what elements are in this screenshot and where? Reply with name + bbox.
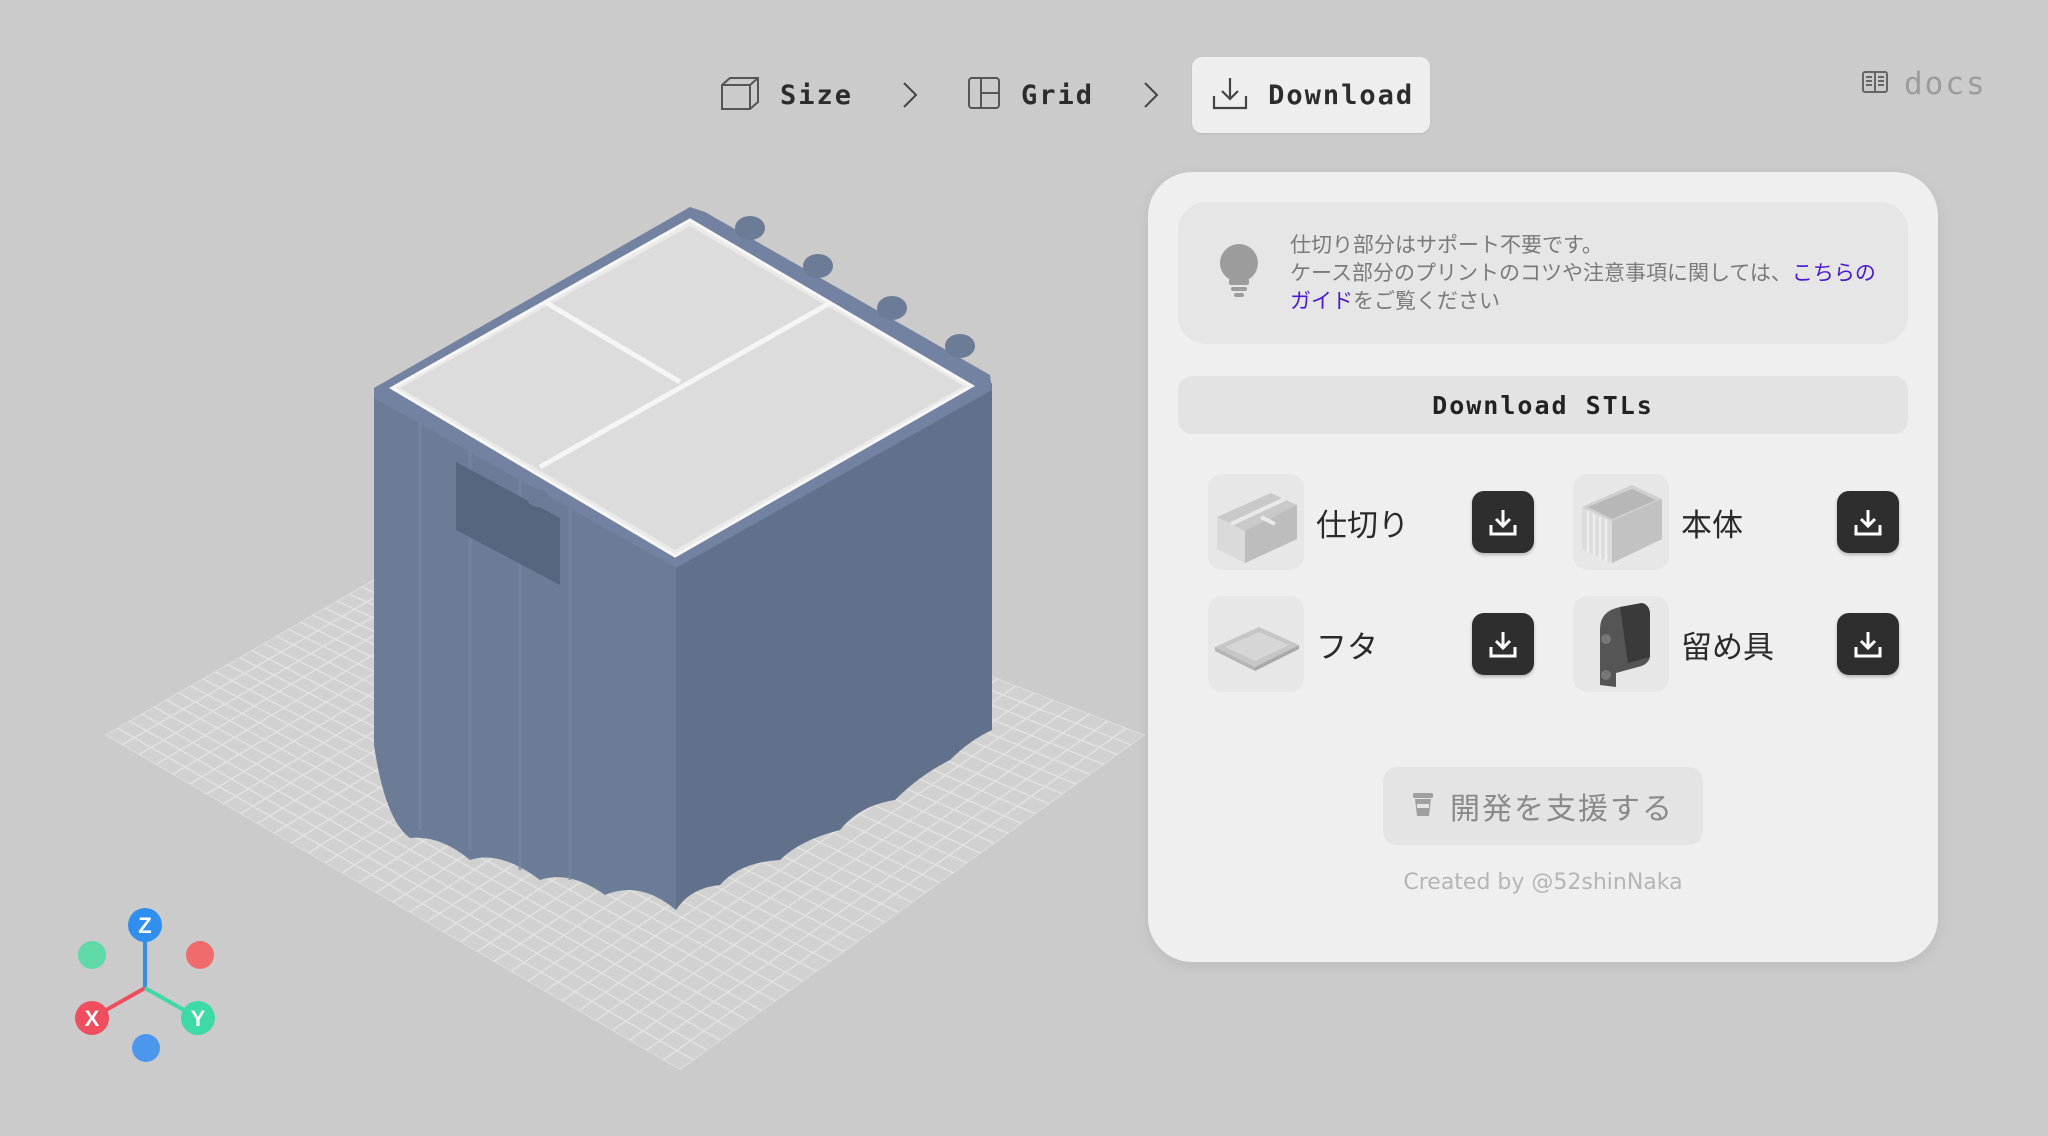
download-body-button[interactable] — [1837, 491, 1899, 553]
download-icon — [1854, 632, 1882, 658]
lid-thumbnail — [1208, 596, 1304, 692]
coffee-cup-icon — [1412, 791, 1434, 821]
step-download[interactable]: Download — [1192, 57, 1431, 133]
layout-icon — [967, 76, 1001, 114]
chevron-right-icon — [895, 81, 925, 109]
step-size-label: Size — [780, 79, 854, 111]
part-name: 本体 — [1681, 507, 1743, 544]
support-development-button[interactable]: 開発を支援する — [1383, 767, 1703, 845]
support-label: 開発を支援する — [1450, 792, 1674, 827]
part-row-clip: 留め具 — [1573, 596, 1899, 692]
step-navigation: Size Grid Download — [704, 57, 1431, 133]
download-icon — [1212, 76, 1248, 114]
tip-line-1: 仕切り部分はサポート不要です。 — [1290, 233, 1603, 257]
tip-line-2-suffix: をご覧ください — [1353, 289, 1500, 313]
part-row-lid: フタ — [1208, 596, 1534, 692]
tip-text: 仕切り部分はサポート不要です。 ケース部分のプリントのコツや注意事項に関しては、… — [1290, 231, 1890, 315]
axis-y-label: Y — [191, 1006, 206, 1031]
download-icon — [1854, 510, 1882, 536]
step-grid-label: Grid — [1021, 79, 1095, 111]
chevron-right-icon — [1136, 81, 1166, 109]
body-thumbnail — [1573, 474, 1669, 570]
axis-z-label: Z — [138, 913, 151, 938]
step-grid[interactable]: Grid — [951, 57, 1110, 133]
docs-link[interactable]: docs — [1862, 66, 1987, 102]
tip-box: 仕切り部分はサポート不要です。 ケース部分のプリントのコツや注意事項に関しては、… — [1178, 202, 1908, 344]
part-row-body: 本体 — [1573, 474, 1899, 570]
part-name: 留め具 — [1681, 629, 1774, 666]
download-icon — [1489, 632, 1517, 658]
axis-neg-z-dot — [132, 1034, 160, 1062]
download-icon — [1489, 510, 1517, 536]
download-divider-button[interactable] — [1472, 491, 1534, 553]
download-panel: 仕切り部分はサポート不要です。 ケース部分のプリントのコツや注意事項に関しては、… — [1148, 172, 1938, 962]
axis-neg-y-dot — [78, 941, 106, 969]
download-all-stls-button[interactable]: Download STLs — [1178, 376, 1908, 434]
step-download-label: Download — [1268, 79, 1415, 111]
download-clip-button[interactable] — [1837, 613, 1899, 675]
divider-thumbnail — [1208, 474, 1304, 570]
credit-text: Created by @52shinNaka — [1403, 870, 1683, 895]
axis-x-label: X — [85, 1006, 100, 1031]
clip-thumbnail — [1573, 596, 1669, 692]
step-size[interactable]: Size — [704, 57, 869, 133]
download-lid-button[interactable] — [1472, 613, 1534, 675]
docs-label: docs — [1904, 66, 1987, 102]
lightbulb-icon — [1218, 243, 1266, 303]
book-icon — [1862, 71, 1888, 97]
part-name: フタ — [1316, 629, 1378, 666]
tip-line-2: ケース部分のプリントのコツや注意事項に関しては、 — [1290, 261, 1792, 285]
axis-gizmo[interactable]: Z X Y — [60, 900, 230, 1070]
axis-neg-x-dot — [186, 941, 214, 969]
part-name: 仕切り — [1316, 507, 1409, 544]
box-icon — [720, 75, 760, 115]
part-row-divider: 仕切り — [1208, 474, 1534, 570]
